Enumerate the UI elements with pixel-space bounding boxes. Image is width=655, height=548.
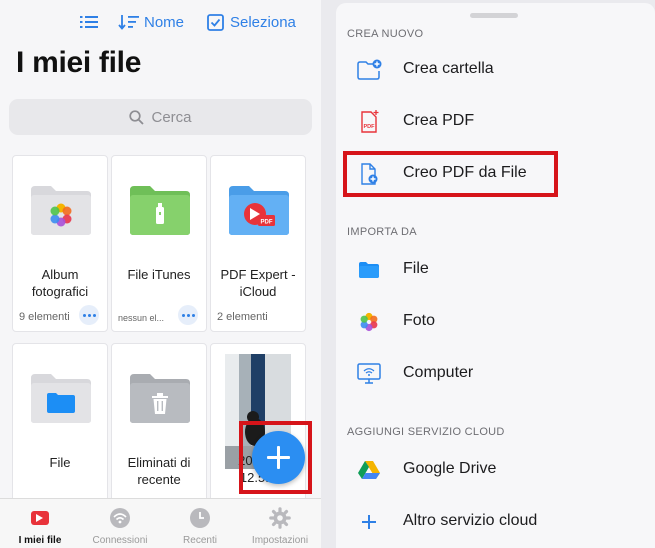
plus-icon xyxy=(362,515,376,529)
import-files-row[interactable]: File xyxy=(336,244,655,296)
create-pdf-row[interactable]: PDF Crea PDF xyxy=(336,96,655,148)
gear-icon xyxy=(269,507,291,529)
svg-text:PDF: PDF xyxy=(364,124,376,130)
row-label: Altro servizio cloud xyxy=(403,512,538,529)
create-folder-row[interactable]: Crea cartella xyxy=(336,44,655,96)
tab-settings[interactable]: Impostazioni xyxy=(240,499,320,548)
row-label: Crea cartella xyxy=(403,60,494,77)
page-title: I miei file xyxy=(16,46,142,79)
create-pdf-from-file-row[interactable]: Creo PDF da File xyxy=(336,148,655,200)
row-label: Creo PDF da File xyxy=(403,164,527,181)
sort-label: Nome xyxy=(144,13,185,31)
top-toolbar: Nome Seleziona xyxy=(0,10,321,34)
file-tile-itunes[interactable]: File iTunes nessun el... xyxy=(111,155,207,332)
tab-recent[interactable]: Recenti xyxy=(160,499,240,548)
import-photos-row[interactable]: Foto xyxy=(336,296,655,348)
file-tile-icloud[interactable]: PDF PDF Expert - iCloud 2 elementi xyxy=(210,155,306,332)
select-label: Seleziona xyxy=(230,13,296,31)
tab-label: Impostazioni xyxy=(251,535,309,546)
list-view-button[interactable] xyxy=(80,10,98,34)
new-pdf-icon: PDF xyxy=(361,110,379,133)
tab-label: Recenti xyxy=(183,535,217,546)
tab-connections[interactable]: Connessioni xyxy=(80,499,160,548)
tab-bar: I miei file Connessioni Recenti Impostaz… xyxy=(0,498,321,548)
tab-label: Connessioni xyxy=(92,535,148,546)
clock-icon xyxy=(190,508,210,528)
file-tile-trash[interactable]: Eliminati di recente xyxy=(111,343,207,513)
sheet-grabber[interactable] xyxy=(470,13,518,18)
file-meta: 9 elementi xyxy=(19,311,70,323)
import-computer-row[interactable]: Computer xyxy=(336,348,655,400)
tab-label: I miei file xyxy=(18,535,62,546)
file-meta: 2 elementi xyxy=(217,311,268,323)
cloud-other-row[interactable]: Altro servizio cloud xyxy=(336,496,655,548)
row-label: Foto xyxy=(403,312,436,329)
files-pane: Nome Seleziona I miei file Cerca Album f… xyxy=(0,0,321,548)
wifi-icon xyxy=(110,508,130,528)
file-name: Eliminati di recente xyxy=(127,455,191,487)
file-tile-files[interactable]: File xyxy=(12,343,108,513)
file-name: Album fotografici xyxy=(31,267,89,299)
search-icon xyxy=(129,109,145,125)
cloud-google-drive-row[interactable]: Google Drive xyxy=(336,444,655,496)
row-label: Crea PDF xyxy=(403,112,475,129)
pdf-from-file-icon xyxy=(361,163,378,185)
file-meta: nessun el... xyxy=(118,313,165,323)
row-label: File xyxy=(403,260,429,277)
more-options-button[interactable] xyxy=(178,305,198,325)
screen: Nome Seleziona I miei file Cerca Album f… xyxy=(0,0,655,548)
photos-folder-icon xyxy=(31,186,91,235)
pdf-expert-icon xyxy=(31,511,49,525)
select-button[interactable]: Seleziona xyxy=(207,10,296,34)
section-cloud-header: AGGIUNGI SERVIZIO CLOUD xyxy=(347,426,505,438)
file-name: File xyxy=(49,455,71,470)
create-sheet: CREA NUOVO Crea cartella PDF Crea PDF Cr… xyxy=(336,3,655,548)
file-name: File iTunes xyxy=(127,267,191,282)
add-fab-button[interactable] xyxy=(252,431,305,484)
more-options-button[interactable] xyxy=(79,305,99,325)
search-bar[interactable]: Cerca xyxy=(9,99,312,135)
section-import-header: IMPORTA DA xyxy=(347,226,417,238)
section-create-header: CREA NUOVO xyxy=(347,28,424,40)
files-folder-icon xyxy=(359,262,379,278)
tab-my-files[interactable]: I miei file xyxy=(0,499,80,548)
file-name: PDF Expert - iCloud xyxy=(220,267,296,299)
itunes-folder-icon xyxy=(130,186,190,235)
search-placeholder: Cerca xyxy=(151,108,192,126)
file-tile-photo[interactable]: 2020... 12.5... xyxy=(210,343,306,513)
google-drive-icon xyxy=(358,461,380,479)
photos-icon xyxy=(360,312,378,332)
pdf-expert-folder-icon: PDF xyxy=(229,186,289,235)
new-folder-icon xyxy=(357,59,382,80)
svg-text:PDF: PDF xyxy=(261,220,273,226)
file-tile-album[interactable]: Album fotografici 9 elementi xyxy=(12,155,108,332)
row-label: Computer xyxy=(403,364,474,381)
checkbox-icon xyxy=(207,13,224,31)
files-folder-icon xyxy=(31,374,91,423)
sort-icon xyxy=(118,15,139,30)
create-sheet-backdrop: CREA NUOVO Crea cartella PDF Crea PDF Cr… xyxy=(321,0,655,548)
row-label: Google Drive xyxy=(403,460,497,477)
sort-button[interactable]: Nome xyxy=(118,10,184,34)
computer-wifi-icon xyxy=(357,363,381,384)
list-icon xyxy=(80,16,98,28)
trash-folder-icon xyxy=(130,374,190,423)
